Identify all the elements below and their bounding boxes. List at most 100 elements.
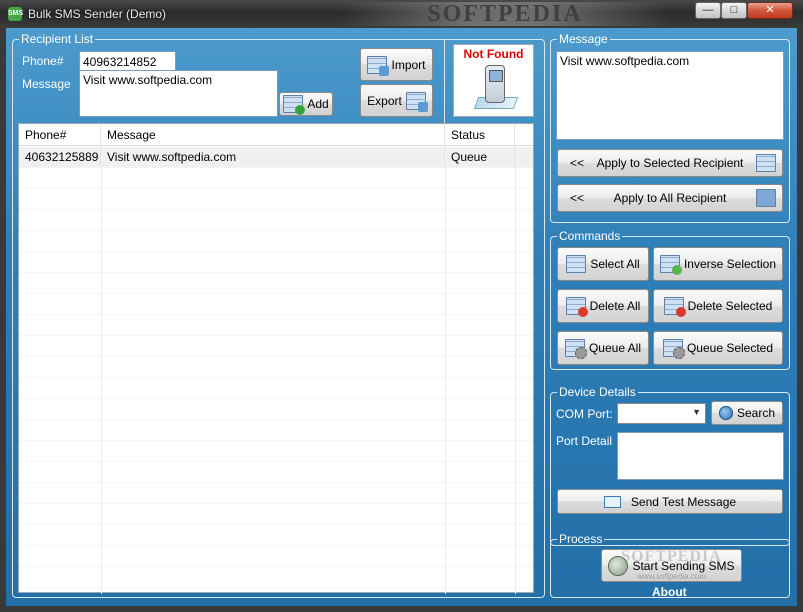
app-icon: SMS — [8, 7, 23, 21]
table-gridline — [19, 440, 533, 441]
delete-all-button[interactable]: Delete All — [557, 289, 649, 323]
close-button[interactable]: ✕ — [747, 2, 793, 19]
queue-all-button[interactable]: Queue All — [557, 331, 649, 365]
add-button[interactable]: Add — [279, 92, 333, 116]
table-gridline — [19, 209, 533, 210]
table-gridline — [19, 503, 533, 504]
delete-selected-icon — [663, 297, 686, 317]
import-button[interactable]: Import — [360, 48, 433, 81]
apply-selected-label: Apply to Selected Recipient — [596, 156, 744, 170]
cell-filler — [515, 147, 535, 167]
cell-message: Visit www.softpedia.com — [101, 147, 445, 167]
about-link[interactable]: About — [652, 585, 687, 599]
table-gridline — [19, 419, 533, 420]
inverse-selection-label: Inverse Selection — [683, 257, 777, 271]
search-button-label: Search — [736, 406, 776, 420]
column-header-status[interactable]: Status — [445, 124, 515, 145]
table-gridline — [19, 377, 533, 378]
table-row[interactable]: 40632125889 Visit www.softpedia.com Queu… — [19, 147, 533, 167]
table-icon — [756, 189, 776, 207]
table-gridline — [19, 398, 533, 399]
table-gridline — [19, 272, 533, 273]
commands-legend: Commands — [559, 229, 621, 243]
column-separator — [101, 146, 102, 594]
table-gridline — [19, 293, 533, 294]
inverse-selection-icon — [659, 255, 682, 275]
table-gridline — [19, 335, 533, 336]
message-input[interactable]: Visit www.softpedia.com — [79, 70, 278, 117]
table-icon — [756, 154, 776, 172]
envelope-icon — [603, 495, 621, 508]
apply-all-button[interactable]: << Apply to All Recipient — [557, 184, 783, 212]
window-frame-bottom — [0, 606, 803, 612]
title-watermark: SOFTPEDIA — [340, 2, 670, 26]
message-label: Message — [22, 77, 71, 91]
recipient-table[interactable]: Phone# Message Status 40632125889 Visit … — [18, 123, 534, 594]
window-frame-right — [797, 28, 803, 612]
table-gridline — [19, 461, 533, 462]
table-gridline — [19, 356, 533, 357]
column-header-phone[interactable]: Phone# — [19, 124, 101, 145]
table-gridline — [19, 482, 533, 483]
table-gridline — [19, 524, 533, 525]
process-legend: Process — [559, 532, 603, 546]
maximize-button[interactable]: □ — [721, 2, 747, 19]
table-gridline — [19, 167, 533, 168]
port-detail-label: Port Detail — [556, 434, 613, 448]
apply-all-label: Apply to All Recipient — [613, 191, 727, 205]
phone-input[interactable] — [79, 51, 176, 72]
search-icon — [718, 406, 733, 420]
cell-phone: 40632125889 — [19, 147, 101, 167]
table-gridline — [19, 188, 533, 189]
apply-arrow-icon: << — [570, 191, 585, 205]
title-bar[interactable]: SOFTPEDIA SMS Bulk SMS Sender (Demo) — □… — [0, 0, 803, 28]
minimize-button[interactable]: — — [695, 2, 721, 19]
device-status-text: Not Found — [463, 47, 524, 61]
start-sending-icon — [608, 555, 629, 576]
export-button[interactable]: Export — [360, 84, 433, 117]
import-icon — [367, 55, 390, 76]
queue-all-label: Queue All — [588, 341, 642, 355]
message-legend: Message — [559, 32, 608, 46]
add-button-label: Add — [307, 97, 329, 111]
start-sending-button[interactable]: SOFTPEDIA www.softpedia.com Start Sendin… — [601, 548, 742, 582]
inverse-selection-button[interactable]: Inverse Selection — [653, 247, 783, 281]
apply-selected-button[interactable]: << Apply to Selected Recipient — [557, 149, 783, 177]
apply-arrow-icon: << — [570, 156, 585, 170]
send-test-message-label: Send Test Message — [630, 494, 737, 509]
message-textarea[interactable]: Visit www.softpedia.com — [556, 51, 784, 140]
import-button-label: Import — [391, 57, 426, 72]
client-area: Recipient List Phone# Message Visit www.… — [6, 28, 797, 606]
window-title: Bulk SMS Sender (Demo) — [28, 7, 167, 21]
com-port-select[interactable]: ▼ — [617, 403, 706, 424]
queue-all-icon — [564, 339, 587, 359]
delete-selected-button[interactable]: Delete Selected — [653, 289, 783, 323]
mobile-phone-icon — [485, 65, 505, 103]
table-header: Phone# Message Status — [19, 124, 533, 146]
select-all-button[interactable]: Select All — [557, 247, 649, 281]
select-all-icon — [566, 255, 587, 273]
queue-selected-button[interactable]: Queue Selected — [653, 331, 783, 365]
start-sending-label: Start Sending SMS — [632, 558, 735, 573]
device-details-legend: Device Details — [559, 385, 636, 399]
cell-status: Queue — [445, 147, 515, 167]
table-gridline — [19, 545, 533, 546]
delete-all-icon — [565, 297, 588, 317]
table-gridline — [19, 314, 533, 315]
send-test-message-button[interactable]: Send Test Message — [557, 489, 783, 514]
column-header-filler — [515, 124, 535, 145]
delete-all-label: Delete All — [589, 299, 641, 313]
table-gridline — [19, 251, 533, 252]
export-button-label: Export — [367, 93, 402, 108]
column-separator — [515, 146, 516, 594]
search-button[interactable]: Search — [711, 401, 783, 425]
column-header-message[interactable]: Message — [101, 124, 445, 145]
divider — [444, 40, 445, 124]
delete-selected-label: Delete Selected — [687, 299, 773, 313]
table-gridline — [19, 587, 533, 588]
select-all-label: Select All — [590, 257, 640, 271]
phone-label: Phone# — [22, 54, 64, 68]
device-status-panel: Not Found — [453, 44, 534, 117]
column-separator — [445, 146, 446, 594]
port-detail-textarea[interactable] — [617, 432, 784, 480]
